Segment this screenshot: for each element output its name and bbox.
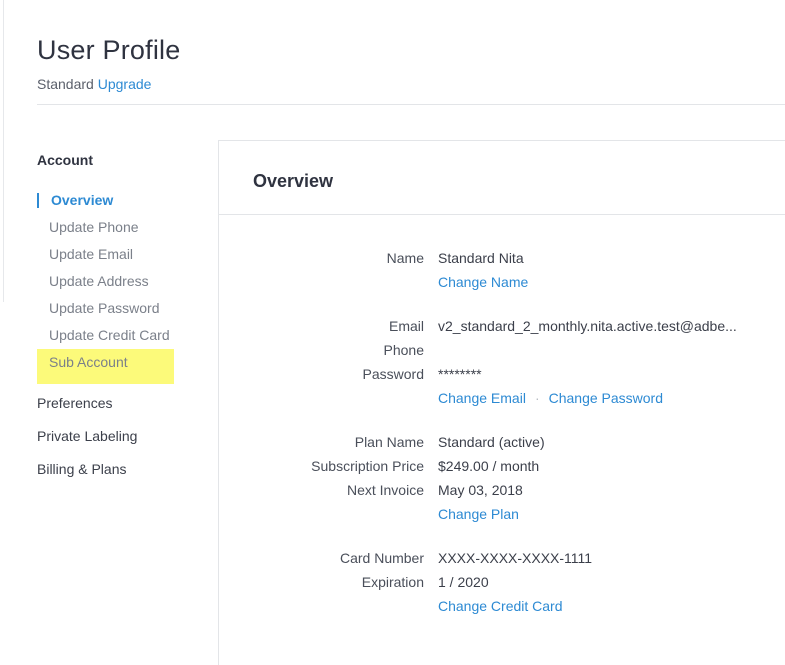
phone-row: Phone (219, 338, 785, 362)
sidebar-item-preferences[interactable]: Preferences (37, 387, 207, 420)
page-title: User Profile (37, 35, 181, 65)
expiration-label: Expiration (361, 574, 424, 590)
contact-actions: Change Email · Change Password (438, 386, 748, 410)
sidebar-item-update-phone[interactable]: Update Phone (37, 214, 207, 241)
change-name-link[interactable]: Change Name (438, 270, 748, 294)
password-label: Password (362, 366, 424, 382)
panel-header: Overview (219, 141, 785, 215)
subscription-price-row: Subscription Price $249.00 / month (219, 454, 785, 478)
change-password-link[interactable]: Change Password (549, 390, 663, 406)
plan-group: Plan Name Standard (active) Subscription… (219, 430, 785, 526)
sidebar-item-update-email[interactable]: Update Email (37, 241, 207, 268)
plan-subtitle: Standard Upgrade (37, 74, 180, 94)
email-label: Email (388, 318, 424, 334)
contact-group: Email v2_standard_2_monthly.nita.active.… (219, 314, 785, 410)
link-separator: · (534, 390, 540, 406)
name-row: Name Standard Nita (219, 246, 785, 270)
change-credit-card-link[interactable]: Change Credit Card (438, 594, 748, 618)
phone-value (438, 338, 748, 362)
change-name-row: Change Name (219, 270, 785, 294)
name-value: Standard Nita (438, 250, 524, 266)
overview-panel: Overview Name Standard Nita Change Name … (218, 140, 785, 665)
header-divider (37, 104, 785, 105)
phone-label: Phone (383, 342, 424, 358)
plan-name-row: Plan Name Standard (active) (219, 430, 785, 454)
sidebar-item-update-address[interactable]: Update Address (37, 268, 207, 295)
change-card-row: Change Credit Card (219, 594, 785, 618)
card-number-label: Card Number (339, 550, 424, 566)
account-details: Name Standard Nita Change Name Email v2_… (219, 246, 785, 638)
sidebar-item-sub-account[interactable]: Sub Account (37, 349, 174, 384)
page-header: User Profile Standard Upgrade (37, 34, 180, 94)
panel-title: Overview (253, 171, 334, 191)
sidebar-sections: Preferences Private Labeling Billing & P… (37, 387, 207, 486)
upgrade-link[interactable]: Upgrade (98, 76, 152, 92)
card-number-value: XXXX-XXXX-XXXX-1111 (438, 550, 593, 566)
plan-name-label: Plan Name (354, 434, 424, 450)
next-invoice-label: Next Invoice (346, 482, 424, 498)
sidebar: Account Overview Update Phone Update Ema… (37, 150, 207, 486)
change-plan-link[interactable]: Change Plan (438, 502, 748, 526)
left-edge-border (0, 0, 4, 302)
card-number-row: Card Number XXXX-XXXX-XXXX-1111 (219, 546, 785, 570)
account-subnav: Overview Update Phone Update Email Updat… (37, 187, 207, 384)
name-label: Name (386, 250, 424, 266)
email-row: Email v2_standard_2_monthly.nita.active.… (219, 314, 785, 338)
password-row: Password ******** (219, 362, 785, 386)
sidebar-item-billing-plans[interactable]: Billing & Plans (37, 453, 207, 486)
next-invoice-value: May 03, 2018 (438, 482, 523, 498)
sidebar-heading-account[interactable]: Account (37, 150, 207, 170)
sidebar-item-private-labeling[interactable]: Private Labeling (37, 420, 207, 453)
card-group: Card Number XXXX-XXXX-XXXX-1111 Expirati… (219, 546, 785, 618)
plan-name-value: Standard (active) (438, 434, 545, 450)
sidebar-item-overview[interactable]: Overview (37, 187, 207, 214)
plan-label: Standard (37, 76, 94, 92)
expiration-row: Expiration 1 / 2020 (219, 570, 785, 594)
sidebar-item-update-credit-card[interactable]: Update Credit Card (37, 322, 207, 349)
sidebar-item-update-password[interactable]: Update Password (37, 295, 207, 322)
contact-actions-row: Change Email · Change Password (219, 386, 785, 410)
change-email-link[interactable]: Change Email (438, 390, 526, 406)
subscription-price-value: $249.00 / month (438, 458, 540, 474)
email-value: v2_standard_2_monthly.nita.active.test@a… (438, 318, 737, 334)
change-plan-row: Change Plan (219, 502, 785, 526)
name-group: Name Standard Nita Change Name (219, 246, 785, 294)
password-value: ******** (438, 366, 482, 382)
next-invoice-row: Next Invoice May 03, 2018 (219, 478, 785, 502)
subscription-price-label: Subscription Price (311, 458, 424, 474)
expiration-value: 1 / 2020 (438, 574, 489, 590)
